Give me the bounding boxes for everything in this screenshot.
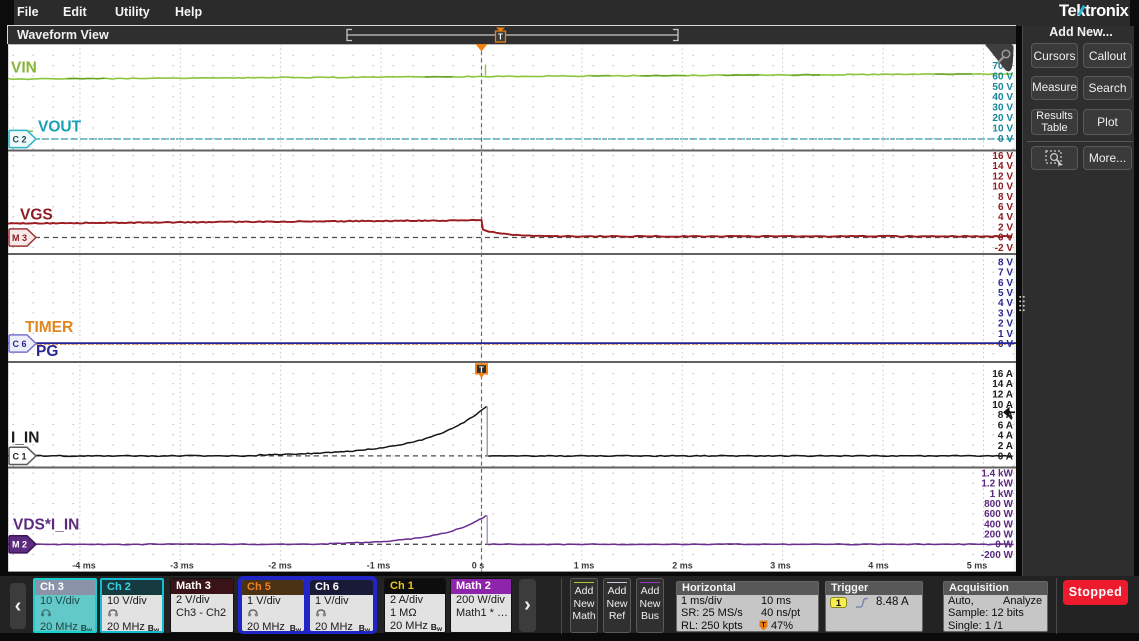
- svg-text:1 ms: 1 ms: [574, 561, 595, 571]
- svg-text:20 V: 20 V: [992, 113, 1013, 124]
- svg-text:-3 ms: -3 ms: [170, 561, 194, 571]
- svg-text:2 ms: 2 ms: [672, 561, 693, 571]
- svg-text:T: T: [498, 33, 503, 42]
- svg-text:M 3: M 3: [12, 233, 27, 243]
- svg-text:60 V: 60 V: [992, 71, 1013, 82]
- svg-text:0 A: 0 A: [998, 451, 1013, 462]
- svg-text:3 ms: 3 ms: [770, 561, 791, 571]
- svg-text:M 2: M 2: [12, 540, 27, 550]
- svg-text:4 ms: 4 ms: [868, 561, 889, 571]
- svg-text:PG: PG: [36, 343, 58, 360]
- svg-text:40 V: 40 V: [992, 92, 1013, 103]
- svg-text:C 1: C 1: [12, 451, 26, 461]
- svg-text:0 V: 0 V: [998, 339, 1013, 350]
- svg-text:50 V: 50 V: [992, 82, 1013, 93]
- svg-text:T: T: [479, 365, 484, 374]
- svg-text:5 ms: 5 ms: [967, 561, 988, 571]
- svg-text:30 V: 30 V: [992, 103, 1013, 114]
- svg-text:C 6: C 6: [12, 339, 26, 349]
- svg-text:T: T: [761, 622, 766, 629]
- svg-text:TIMER: TIMER: [25, 319, 73, 336]
- svg-text:-2 V: -2 V: [995, 243, 1014, 254]
- svg-text:VOUT: VOUT: [38, 119, 82, 136]
- svg-text:I_IN: I_IN: [11, 430, 39, 447]
- svg-text:C 2: C 2: [12, 134, 26, 144]
- svg-text:-200 W: -200 W: [981, 550, 1014, 561]
- svg-text:0 V: 0 V: [998, 134, 1013, 145]
- svg-text:VIN: VIN: [11, 60, 37, 77]
- svg-text:VDS*I_IN: VDS*I_IN: [13, 517, 79, 534]
- svg-text:-1 ms: -1 ms: [367, 561, 391, 571]
- svg-text:VGS: VGS: [20, 207, 53, 224]
- svg-text:-2 ms: -2 ms: [268, 561, 292, 571]
- svg-text:10 V: 10 V: [992, 123, 1013, 134]
- svg-text:-4 ms: -4 ms: [72, 561, 96, 571]
- svg-text:0 s: 0 s: [472, 561, 485, 571]
